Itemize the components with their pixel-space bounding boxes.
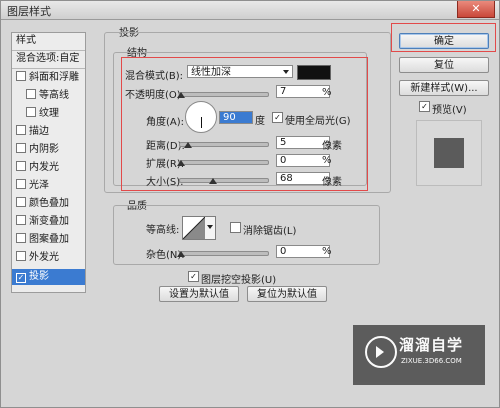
preview-label: 预览(V)	[432, 105, 467, 116]
checkbox-icon[interactable]	[16, 143, 26, 153]
opacity-slider-thumb[interactable]	[177, 92, 185, 98]
angle-input[interactable]: 90	[219, 111, 253, 124]
sidebar-item-texture[interactable]: 纹理	[12, 106, 85, 122]
spread-slider[interactable]	[179, 160, 269, 165]
distance-slider-thumb[interactable]	[184, 142, 192, 148]
opacity-slider[interactable]	[179, 92, 269, 97]
reset-button[interactable]: 复位	[399, 57, 489, 73]
sidebar-item-label: 图案叠加	[29, 234, 69, 245]
blend-mode-label: 混合模式(B):	[125, 71, 184, 82]
sidebar-item-label: 投影	[29, 271, 49, 282]
preview-checkbox[interactable]: ✓	[419, 101, 430, 112]
sidebar-item-satin[interactable]: 光泽	[12, 178, 85, 194]
sidebar-item-label: 外发光	[29, 252, 59, 263]
blending-options-item[interactable]: 混合选项:自定	[12, 51, 85, 67]
title-bar[interactable]: 图层样式 ✕	[1, 1, 499, 20]
angle-indicator	[201, 117, 202, 128]
sidebar-item-outer-glow[interactable]: 外发光	[12, 250, 85, 266]
global-light-checkbox[interactable]: ✓	[272, 112, 283, 123]
antialias-checkbox[interactable]	[230, 222, 241, 233]
sidebar-item-color-overlay[interactable]: 颜色叠加	[12, 196, 85, 212]
styles-list: 样式 混合选项:自定 斜面和浮雕 等高线 纹理 描边 内阴影 内发光 光泽 颜色…	[11, 32, 86, 293]
sidebar-item-label: 颜色叠加	[29, 198, 69, 209]
preview-swatch	[434, 138, 464, 168]
size-slider[interactable]	[179, 178, 269, 183]
sidebar-item-inner-glow[interactable]: 内发光	[12, 160, 85, 176]
antialias-label: 消除锯齿(L)	[243, 226, 297, 237]
sidebar-item-label: 渐变叠加	[29, 216, 69, 227]
sidebar-item-gradient-overlay[interactable]: 渐变叠加	[12, 214, 85, 230]
checkbox-checked-icon[interactable]: ✓	[16, 273, 26, 283]
layer-style-dialog: 图层样式 ✕ 样式 混合选项:自定 斜面和浮雕 等高线 纹理 描边 内阴影 内发…	[0, 0, 500, 408]
blending-options-label: 混合选项:自定	[16, 53, 80, 64]
checkbox-icon[interactable]	[16, 71, 26, 81]
sidebar-item-pattern-overlay[interactable]: 图案叠加	[12, 232, 85, 248]
chevron-down-icon	[283, 70, 289, 74]
checkbox-icon[interactable]	[26, 107, 36, 117]
knockout-label: 图层挖空投影(U)	[201, 275, 277, 286]
sidebar-item-inner-shadow[interactable]: 内阴影	[12, 142, 85, 158]
sidebar-item-label: 等高线	[39, 90, 69, 101]
sidebar-item-stroke[interactable]: 描边	[12, 124, 85, 140]
contour-label: 等高线:	[146, 225, 180, 236]
noise-slider[interactable]	[179, 251, 269, 256]
contour-curve-icon	[182, 216, 206, 240]
contour-dropdown[interactable]	[205, 216, 216, 240]
checkbox-icon[interactable]	[16, 233, 26, 243]
spread-slider-thumb[interactable]	[177, 160, 185, 166]
sidebar-item-label: 描边	[29, 126, 49, 137]
opacity-unit: %	[322, 87, 332, 98]
spread-unit: %	[322, 155, 332, 166]
noise-unit: %	[322, 246, 332, 257]
new-style-button[interactable]: 新建样式(W)...	[399, 80, 489, 96]
size-slider-thumb[interactable]	[209, 178, 217, 184]
styles-header[interactable]: 样式	[12, 33, 85, 49]
set-default-button[interactable]: 设置为默认值	[159, 286, 239, 302]
close-icon: ✕	[471, 2, 481, 15]
play-triangle-icon	[376, 346, 384, 358]
divider	[12, 68, 85, 69]
watermark-subtitle: ZIXUE.3D66.COM	[401, 357, 462, 365]
shadow-color-swatch[interactable]	[297, 65, 331, 80]
checkbox-icon[interactable]	[16, 215, 26, 225]
sidebar-item-label: 斜面和浮雕	[29, 72, 79, 83]
size-unit: 像素	[322, 177, 342, 188]
checkbox-icon[interactable]	[16, 179, 26, 189]
blend-mode-value: 线性加深	[191, 67, 231, 78]
checkbox-icon[interactable]	[16, 197, 26, 207]
sidebar-item-drop-shadow[interactable]: ✓ 投影	[12, 269, 85, 285]
checkbox-icon[interactable]	[16, 161, 26, 171]
knockout-checkbox[interactable]: ✓	[188, 271, 199, 282]
angle-unit: 度	[255, 116, 265, 127]
style-preview	[416, 120, 482, 186]
sidebar-item-label: 纹理	[39, 108, 59, 119]
blend-mode-select[interactable]: 线性加深	[187, 65, 293, 78]
ok-button[interactable]: 确定	[399, 33, 489, 49]
watermark-title: 溜溜自学	[399, 336, 464, 354]
sidebar-item-contour[interactable]: 等高线	[12, 88, 85, 104]
sidebar-item-bevel-emboss[interactable]: 斜面和浮雕	[12, 70, 85, 86]
sidebar-item-label: 内阴影	[29, 144, 59, 155]
checkbox-icon[interactable]	[26, 89, 36, 99]
contour-picker[interactable]	[182, 216, 206, 240]
angle-dial[interactable]	[185, 101, 217, 133]
distance-unit: 像素	[322, 141, 342, 152]
styles-header-label: 样式	[16, 35, 36, 46]
close-button[interactable]: ✕	[457, 1, 495, 18]
distance-slider[interactable]	[179, 142, 269, 147]
window-title: 图层样式	[7, 5, 51, 18]
chevron-down-icon	[207, 225, 213, 229]
sidebar-item-label: 内发光	[29, 162, 59, 173]
angle-label: 角度(A):	[146, 117, 185, 128]
sidebar-item-label: 光泽	[29, 180, 49, 191]
reset-default-button[interactable]: 复位为默认值	[247, 286, 327, 302]
watermark: 溜溜自学 ZIXUE.3D66.COM	[353, 325, 485, 385]
global-light-label: 使用全局光(G)	[285, 116, 351, 127]
noise-slider-thumb[interactable]	[177, 251, 185, 257]
checkbox-icon[interactable]	[16, 125, 26, 135]
size-label: 大小(S):	[146, 177, 184, 188]
checkbox-icon[interactable]	[16, 251, 26, 261]
opacity-label: 不透明度(O):	[125, 90, 185, 101]
